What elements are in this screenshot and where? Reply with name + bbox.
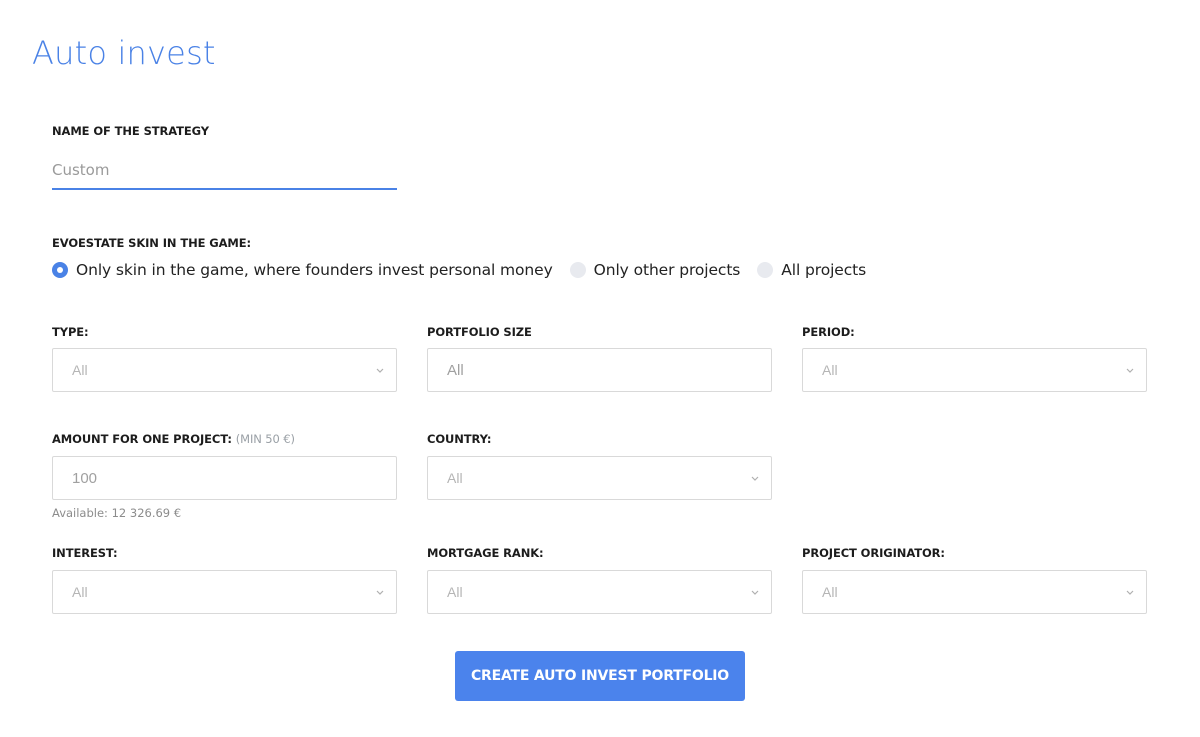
radio-all-projects[interactable]: All projects [757, 261, 866, 279]
type-select[interactable]: All [52, 348, 397, 392]
skin-in-game-radio-group: Only skin in the game, where founders in… [52, 261, 882, 279]
chevron-down-icon [376, 590, 384, 595]
radio-label: Only other projects [593, 261, 741, 279]
radio-only-skin-in-game[interactable]: Only skin in the game, where founders in… [52, 261, 553, 279]
chevron-down-icon [376, 368, 384, 373]
portfolio-size-input[interactable]: All [427, 348, 772, 392]
chevron-down-icon [751, 590, 759, 595]
project-originator-label: PROJECT ORIGINATOR: [802, 546, 945, 560]
type-select-value: All [72, 362, 88, 378]
country-label: COUNTRY: [427, 432, 492, 446]
chevron-down-icon [1126, 590, 1134, 595]
period-label: PERIOD: [802, 325, 855, 339]
strategy-name-label: NAME OF THE STRATEGY [52, 124, 209, 138]
amount-label-text: AMOUNT FOR ONE PROJECT: [52, 432, 232, 446]
skin-in-game-label: EVOESTATE SKIN IN THE GAME: [52, 236, 252, 250]
radio-checked-icon[interactable] [52, 262, 68, 278]
chevron-down-icon [751, 476, 759, 481]
mortgage-rank-select-value: All [447, 584, 463, 600]
mortgage-rank-select[interactable]: All [427, 570, 772, 614]
radio-unchecked-icon[interactable] [757, 262, 774, 278]
country-select[interactable]: All [427, 456, 772, 500]
amount-min-hint: (MIN 50 €) [235, 432, 295, 446]
available-balance: Available: 12 326.69 € [52, 506, 182, 520]
project-originator-select-value: All [822, 584, 838, 600]
type-label: TYPE: [52, 325, 89, 339]
interest-label: INTEREST: [52, 546, 118, 560]
radio-label: All projects [781, 261, 867, 279]
project-originator-select[interactable]: All [802, 570, 1147, 614]
period-select-value: All [822, 362, 838, 378]
country-select-value: All [447, 470, 463, 486]
amount-label: AMOUNT FOR ONE PROJECT: (MIN 50 €) [52, 432, 295, 446]
chevron-down-icon [1126, 368, 1134, 373]
amount-input-value: 100 [72, 469, 98, 487]
interest-select-value: All [72, 584, 88, 600]
page-title: Auto invest [32, 34, 216, 72]
radio-label: Only skin in the game, where founders in… [76, 261, 553, 279]
portfolio-size-value: All [447, 361, 464, 379]
interest-select[interactable]: All [52, 570, 397, 614]
portfolio-size-label: PORTFOLIO SIZE [427, 325, 532, 339]
period-select[interactable]: All [802, 348, 1147, 392]
mortgage-rank-label: MORTGAGE RANK: [427, 546, 544, 560]
create-auto-invest-portfolio-button[interactable]: CREATE AUTO INVEST PORTFOLIO [455, 651, 745, 701]
strategy-name-input[interactable] [52, 152, 397, 190]
amount-input[interactable]: 100 [52, 456, 397, 500]
radio-only-other-projects[interactable]: Only other projects [569, 261, 741, 279]
radio-unchecked-icon[interactable] [569, 262, 586, 278]
